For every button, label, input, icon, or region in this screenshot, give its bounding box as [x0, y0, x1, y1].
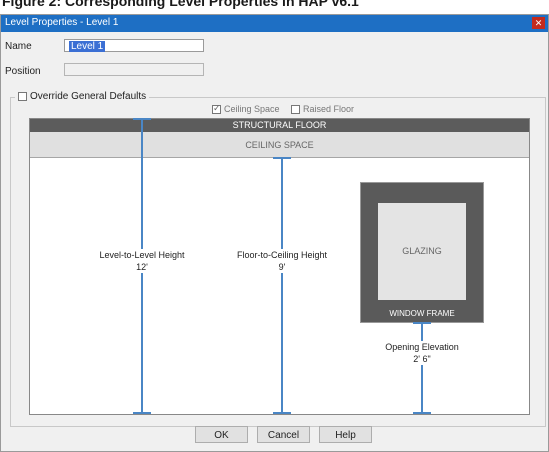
- opening-elev-value: 2' 6": [413, 354, 431, 364]
- ceiling-space-band: CEILING SPACE: [30, 132, 529, 158]
- opening-elev-label: Opening Elevation: [385, 342, 459, 352]
- ceiling-height-text: Floor-to-Ceiling Height 9': [236, 249, 328, 273]
- override-checkbox-box[interactable]: [18, 92, 27, 101]
- level-height-bottom-tick: [133, 412, 151, 414]
- window-frame-label: WINDOW FRAME: [389, 309, 455, 318]
- position-field[interactable]: [64, 63, 204, 76]
- ceiling-height-label: Floor-to-Ceiling Height: [236, 250, 328, 260]
- window-title: Level Properties - Level 1: [5, 17, 119, 28]
- ceiling-space-label: Ceiling Space: [224, 104, 280, 114]
- ceiling-height-line: [281, 158, 283, 414]
- window-frame: GLAZING WINDOW FRAME: [360, 182, 484, 323]
- level-height-label: Level-to-Level Height: [99, 250, 185, 260]
- glazing-panel: GLAZING: [378, 203, 466, 300]
- level-height-value: 12': [136, 262, 148, 272]
- name-value: Level 1: [69, 41, 106, 52]
- raised-floor-checkbox-box[interactable]: [291, 104, 300, 114]
- raised-floor-checkbox[interactable]: Raised Floor: [291, 104, 354, 114]
- ceiling-height-bottom-tick: [273, 412, 291, 414]
- override-defaults-checkbox[interactable]: Override General Defaults: [15, 91, 150, 102]
- figure-caption: Figure 2: Corresponding Level Properties…: [2, 0, 359, 9]
- opening-elev-line: [421, 323, 423, 414]
- ceiling-space-checkbox-box[interactable]: [212, 103, 221, 114]
- ok-button[interactable]: OK: [195, 426, 248, 443]
- opening-elev-bottom-tick: [413, 412, 431, 414]
- help-button[interactable]: Help: [319, 426, 372, 443]
- override-group-box: STRUCTURAL FLOOR CEILING SPACE Level-to-…: [10, 97, 546, 427]
- ceiling-space-checkbox[interactable]: Ceiling Space: [212, 103, 280, 114]
- raised-floor-label: Raised Floor: [303, 104, 355, 114]
- position-label: Position: [5, 66, 41, 77]
- title-bar: Level Properties - Level 1 ✕: [1, 15, 548, 32]
- structural-floor-band: STRUCTURAL FLOOR: [30, 119, 529, 132]
- level-height-text: Level-to-Level Height 12': [99, 249, 185, 273]
- level-diagram: STRUCTURAL FLOOR CEILING SPACE Level-to-…: [29, 118, 530, 415]
- ceiling-height-value: 9': [278, 262, 286, 272]
- cancel-button[interactable]: Cancel: [257, 426, 310, 443]
- name-field[interactable]: Level 1: [64, 39, 204, 52]
- name-label: Name: [5, 41, 32, 52]
- opening-elev-text: Opening Elevation 2' 6": [385, 341, 459, 365]
- close-icon[interactable]: ✕: [532, 17, 545, 29]
- override-label: Override General Defaults: [30, 91, 147, 102]
- level-properties-dialog: Level Properties - Level 1 ✕ Name Level …: [0, 14, 549, 452]
